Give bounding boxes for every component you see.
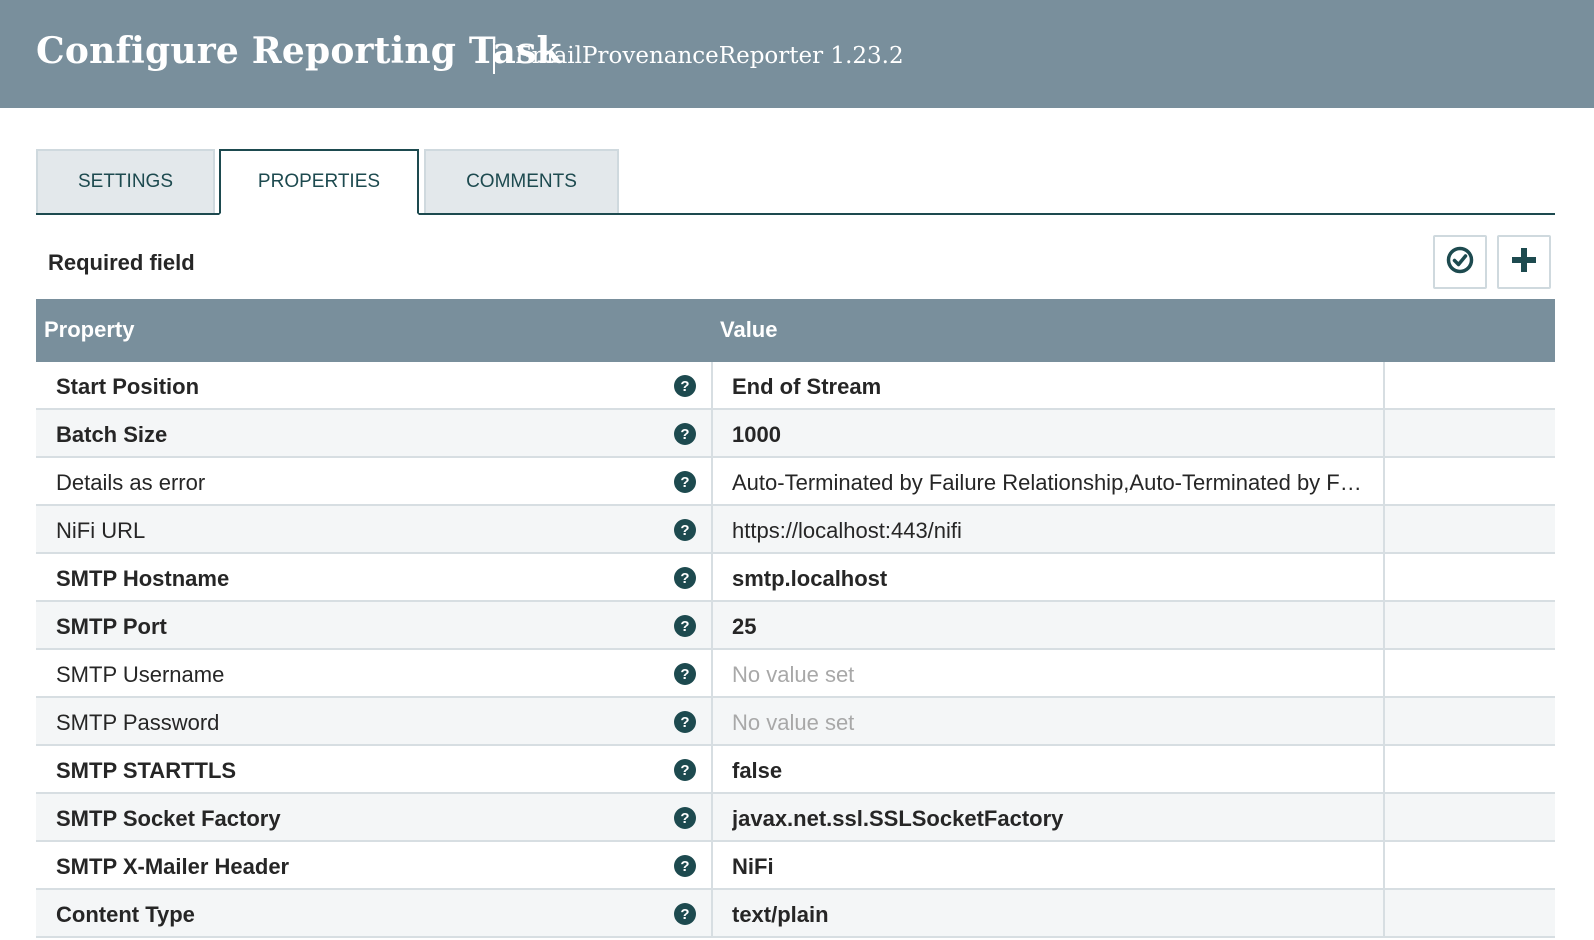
column-divider	[711, 650, 713, 696]
table-row[interactable]: SMTP Port? 25	[36, 602, 1555, 650]
column-divider	[711, 890, 713, 936]
column-divider	[1383, 746, 1385, 792]
column-divider	[1383, 650, 1385, 696]
dialog-title: Configure Reporting Task	[36, 30, 562, 72]
column-divider	[1383, 506, 1385, 552]
dialog-header: Configure Reporting Task EmailProvenance…	[0, 0, 1594, 108]
table-row[interactable]: Details as error? Auto-Terminated by Fail…	[36, 458, 1555, 506]
property-value[interactable]: javax.net.ssl.SSLSocketFactory	[732, 806, 1362, 832]
table-row[interactable]: Content Type? text/plain	[36, 890, 1555, 938]
property-name: NiFi URL	[56, 518, 146, 543]
column-divider	[1383, 842, 1385, 888]
help-icon[interactable]: ?	[674, 855, 696, 877]
column-divider	[711, 602, 713, 648]
column-divider	[711, 458, 713, 504]
column-divider	[711, 746, 713, 792]
column-divider	[1383, 698, 1385, 744]
table-row[interactable]: Batch Size? 1000	[36, 410, 1555, 458]
help-icon[interactable]: ?	[674, 375, 696, 397]
help-icon[interactable]: ?	[674, 567, 696, 589]
help-icon[interactable]: ?	[674, 807, 696, 829]
property-value[interactable]: smtp.localhost	[732, 566, 1362, 592]
property-name: Batch Size	[56, 422, 168, 447]
property-value[interactable]: https://localhost:443/nifi	[732, 518, 1362, 544]
table-row[interactable]: SMTP Username? No value set	[36, 650, 1555, 698]
property-value[interactable]: No value set	[732, 710, 1362, 736]
add-property-button[interactable]	[1497, 235, 1551, 289]
property-name: SMTP Username	[56, 662, 225, 687]
plus-icon	[1510, 246, 1538, 279]
table-row[interactable]: SMTP Socket Factory? javax.net.ssl.SSLSoc…	[36, 794, 1555, 842]
table-row[interactable]: Start Position? End of Stream	[36, 362, 1555, 410]
property-value[interactable]: text/plain	[732, 902, 1362, 928]
property-name: SMTP STARTTLS	[56, 758, 237, 783]
property-value[interactable]: 1000	[732, 422, 1362, 448]
column-divider	[1383, 602, 1385, 648]
property-name: Details as error	[56, 470, 206, 495]
table-row[interactable]: SMTP Hostname? smtp.localhost	[36, 554, 1555, 602]
column-header-property[interactable]: Property	[44, 317, 134, 343]
help-icon[interactable]: ?	[674, 663, 696, 685]
property-value[interactable]: NiFi	[732, 854, 1362, 880]
help-icon[interactable]: ?	[674, 519, 696, 541]
property-value[interactable]: End of Stream	[732, 374, 1362, 400]
column-header-value[interactable]: Value	[720, 317, 777, 343]
column-divider	[711, 410, 713, 456]
column-divider	[1383, 410, 1385, 456]
column-divider	[711, 554, 713, 600]
tab-properties[interactable]: PROPERTIES	[219, 149, 419, 215]
tab-comments[interactable]: COMMENTS	[424, 149, 619, 213]
table-row[interactable]: SMTP Password? No value set	[36, 698, 1555, 746]
column-divider	[1383, 458, 1385, 504]
column-divider	[1383, 794, 1385, 840]
property-value[interactable]: Auto-Terminated by Failure Relationship,…	[732, 470, 1362, 496]
tab-settings[interactable]: SETTINGS	[36, 149, 215, 213]
table-row[interactable]: NiFi URL? https://localhost:443/nifi	[36, 506, 1555, 554]
help-icon[interactable]: ?	[674, 711, 696, 733]
column-divider	[711, 362, 713, 408]
property-name: SMTP Port	[56, 614, 167, 639]
required-field-label: Required field	[48, 250, 195, 275]
property-value[interactable]: No value set	[732, 662, 1362, 688]
property-value[interactable]: 25	[732, 614, 1362, 640]
column-divider	[711, 794, 713, 840]
column-divider	[1383, 554, 1385, 600]
table-body: Start Position? End of Stream Batch Size? 1…	[36, 362, 1555, 938]
column-divider	[711, 506, 713, 552]
property-name: SMTP Password	[56, 710, 220, 735]
column-divider	[711, 842, 713, 888]
column-divider	[1383, 890, 1385, 936]
table-row[interactable]: SMTP X-Mailer Header? NiFi	[36, 842, 1555, 890]
table-header: Property Value	[36, 299, 1555, 362]
dialog-subtitle: EmailProvenanceReporter 1.23.2	[515, 43, 904, 69]
help-icon[interactable]: ?	[674, 423, 696, 445]
column-divider	[1383, 362, 1385, 408]
property-name: SMTP X-Mailer Header	[56, 854, 290, 879]
property-name: Start Position	[56, 374, 200, 399]
help-icon[interactable]: ?	[674, 615, 696, 637]
table-row[interactable]: SMTP STARTTLS? false	[36, 746, 1555, 794]
title-separator	[493, 40, 495, 74]
property-value[interactable]: false	[732, 758, 1362, 784]
properties-table: Property Value Start Position? End of Str…	[36, 299, 1555, 938]
property-name: Content Type	[56, 902, 195, 927]
verify-properties-button[interactable]	[1433, 235, 1487, 289]
property-name: SMTP Hostname	[56, 566, 230, 591]
tab-bar: SETTINGS PROPERTIES COMMENTS	[36, 149, 1555, 215]
property-name: SMTP Socket Factory	[56, 806, 281, 831]
check-circle-icon	[1445, 245, 1475, 280]
help-icon[interactable]: ?	[674, 903, 696, 925]
column-divider	[711, 698, 713, 744]
help-icon[interactable]: ?	[674, 471, 696, 493]
help-icon[interactable]: ?	[674, 759, 696, 781]
